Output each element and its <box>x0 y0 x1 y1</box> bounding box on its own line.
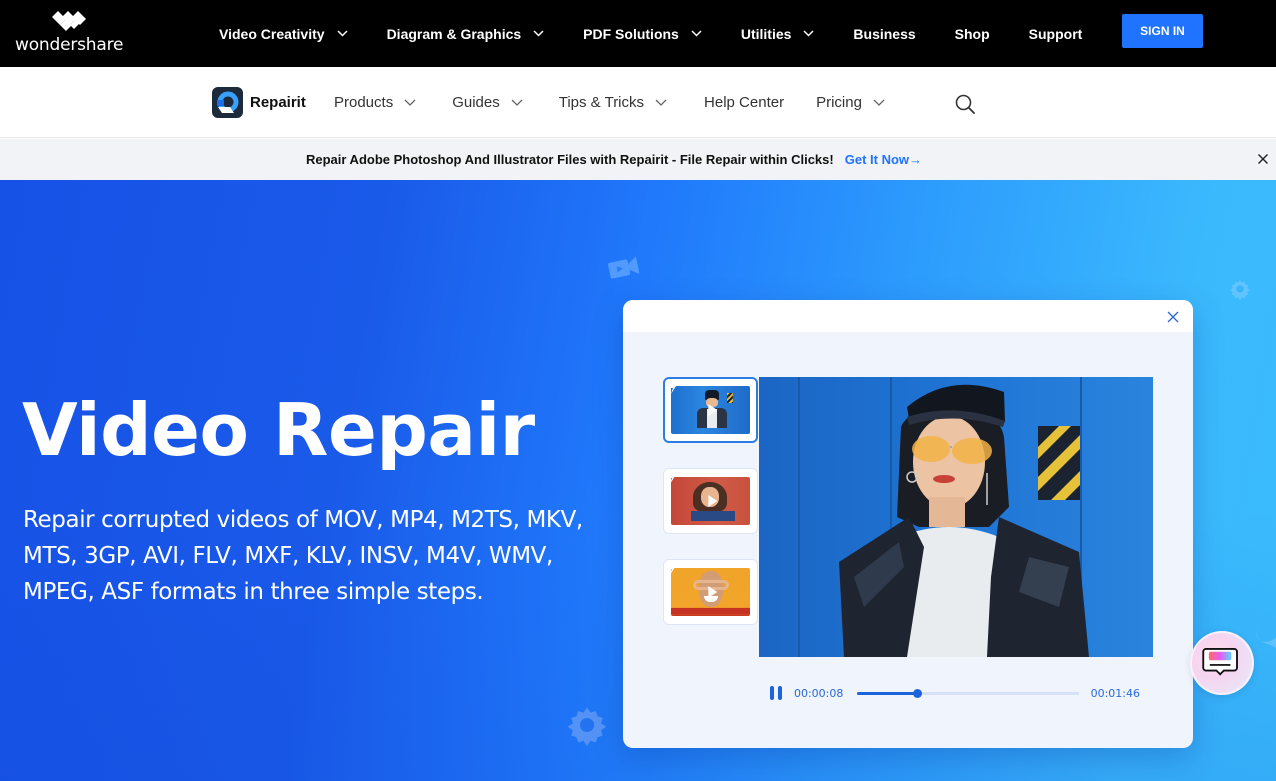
chevron-down-icon <box>691 30 702 37</box>
player-window-header <box>623 300 1193 332</box>
chevron-down-icon <box>337 30 348 37</box>
product-nav: Repairit Products Guides Tips & Tricks H… <box>0 67 1276 138</box>
close-icon[interactable] <box>1167 311 1179 323</box>
subnav-pricing[interactable]: Pricing <box>816 94 885 111</box>
nav-label: Business <box>853 25 916 42</box>
nav-label: Utilities <box>740 25 792 42</box>
subnav-help-center[interactable]: Help Center <box>704 94 784 111</box>
wondershare-mark-icon <box>52 11 86 31</box>
play-icon <box>707 495 717 507</box>
nav-support[interactable]: Support <box>1029 26 1083 42</box>
wondershare-wordmark: wondershare <box>15 35 124 55</box>
progress-slider[interactable] <box>857 688 1079 698</box>
subnav-label: Tips & Tricks <box>558 94 645 111</box>
subnav-tips-tricks[interactable]: Tips & Tricks <box>559 94 667 111</box>
promo-message: Repair Adobe Photoshop And Illustrator F… <box>305 152 834 167</box>
progress-handle[interactable] <box>913 688 923 698</box>
chevron-down-icon <box>655 99 667 106</box>
nav-label: Support <box>1028 25 1083 42</box>
lightning-icon <box>669 472 675 484</box>
repairit-name: Repairit <box>250 94 306 111</box>
hero-description: Repair corrupted videos of MOV, MP4, M2T… <box>23 507 583 605</box>
chevron-down-icon <box>404 99 416 106</box>
gear-icon <box>1229 279 1251 300</box>
nav-label: Video Creativity <box>219 25 325 42</box>
hazard-stripe-sign <box>1038 426 1080 500</box>
nav-shop[interactable]: Shop <box>955 26 990 42</box>
repairit-app-icon <box>212 87 243 118</box>
product-nav-items: Products Guides Tips & Tricks Help Cente… <box>334 67 885 138</box>
wrench-icon <box>1255 626 1276 648</box>
play-icon <box>707 404 717 416</box>
subnav-label: Guides <box>452 94 500 111</box>
nav-pdf-solutions[interactable]: PDF Solutions <box>583 26 702 42</box>
subnav-guides[interactable]: Guides <box>452 94 523 111</box>
repairit-logo[interactable]: Repairit <box>212 87 306 118</box>
promo-banner: Repair Adobe Photoshop And Illustrator F… <box>0 139 1276 180</box>
video-thumbnail-1[interactable] <box>663 377 758 443</box>
progress-fill <box>857 691 918 695</box>
subnav-label: Products <box>334 94 394 111</box>
promo-get-it-now-link[interactable]: Get It Now→ <box>845 152 922 167</box>
video-thumbnail-3[interactable] <box>663 559 758 625</box>
video-player-window: 00:00:08 00:01:46 <box>623 300 1193 748</box>
hero-section: Video Repair Repair corrupted videos of … <box>0 180 1276 781</box>
video-preview <box>759 377 1153 657</box>
play-icon <box>707 586 717 598</box>
chevron-down-icon <box>511 99 523 106</box>
pause-icon-bar <box>770 686 774 700</box>
nav-video-creativity[interactable]: Video Creativity <box>219 26 348 42</box>
close-icon[interactable] <box>1257 153 1269 165</box>
hero-title: Video Repair <box>22 388 535 472</box>
nav-business[interactable]: Business <box>853 26 915 42</box>
wondershare-logo[interactable]: wondershare <box>15 11 123 57</box>
nav-label: Diagram & Graphics <box>386 25 522 42</box>
player-controls: 00:00:08 00:01:46 <box>770 684 1140 702</box>
pause-icon-bar <box>777 686 782 700</box>
nav-label: Shop <box>954 25 990 42</box>
video-thumbnail-2[interactable] <box>663 468 758 534</box>
video-thumbnail-list <box>663 377 758 650</box>
nav-label: PDF Solutions <box>583 25 679 42</box>
nav-diagram-graphics[interactable]: Diagram & Graphics <box>387 26 545 42</box>
chevron-down-icon <box>803 30 814 37</box>
current-time: 00:00:08 <box>793 686 844 700</box>
video-camera-icon <box>608 256 640 279</box>
lightning-icon <box>670 382 676 394</box>
chevron-down-icon <box>533 30 544 37</box>
chevron-down-icon <box>873 99 885 106</box>
sign-in-button[interactable]: SIGN IN <box>1122 14 1203 48</box>
subnav-label: Pricing <box>816 94 862 111</box>
pause-button[interactable] <box>770 686 782 700</box>
video-frame-image <box>759 377 1153 657</box>
search-icon[interactable] <box>955 94 975 114</box>
global-nav: Video Creativity Diagram & Graphics PDF … <box>219 0 1121 67</box>
total-time: 00:01:46 <box>1090 686 1140 700</box>
nav-utilities[interactable]: Utilities <box>741 26 815 42</box>
global-header: wondershare Video Creativity Diagram & G… <box>0 0 1276 67</box>
lightning-icon <box>669 563 675 575</box>
chat-icon <box>1202 648 1238 676</box>
chat-support-button[interactable] <box>1190 631 1254 695</box>
subnav-products[interactable]: Products <box>334 94 416 111</box>
gear-icon <box>567 707 607 746</box>
subnav-label: Help Center <box>704 94 785 111</box>
